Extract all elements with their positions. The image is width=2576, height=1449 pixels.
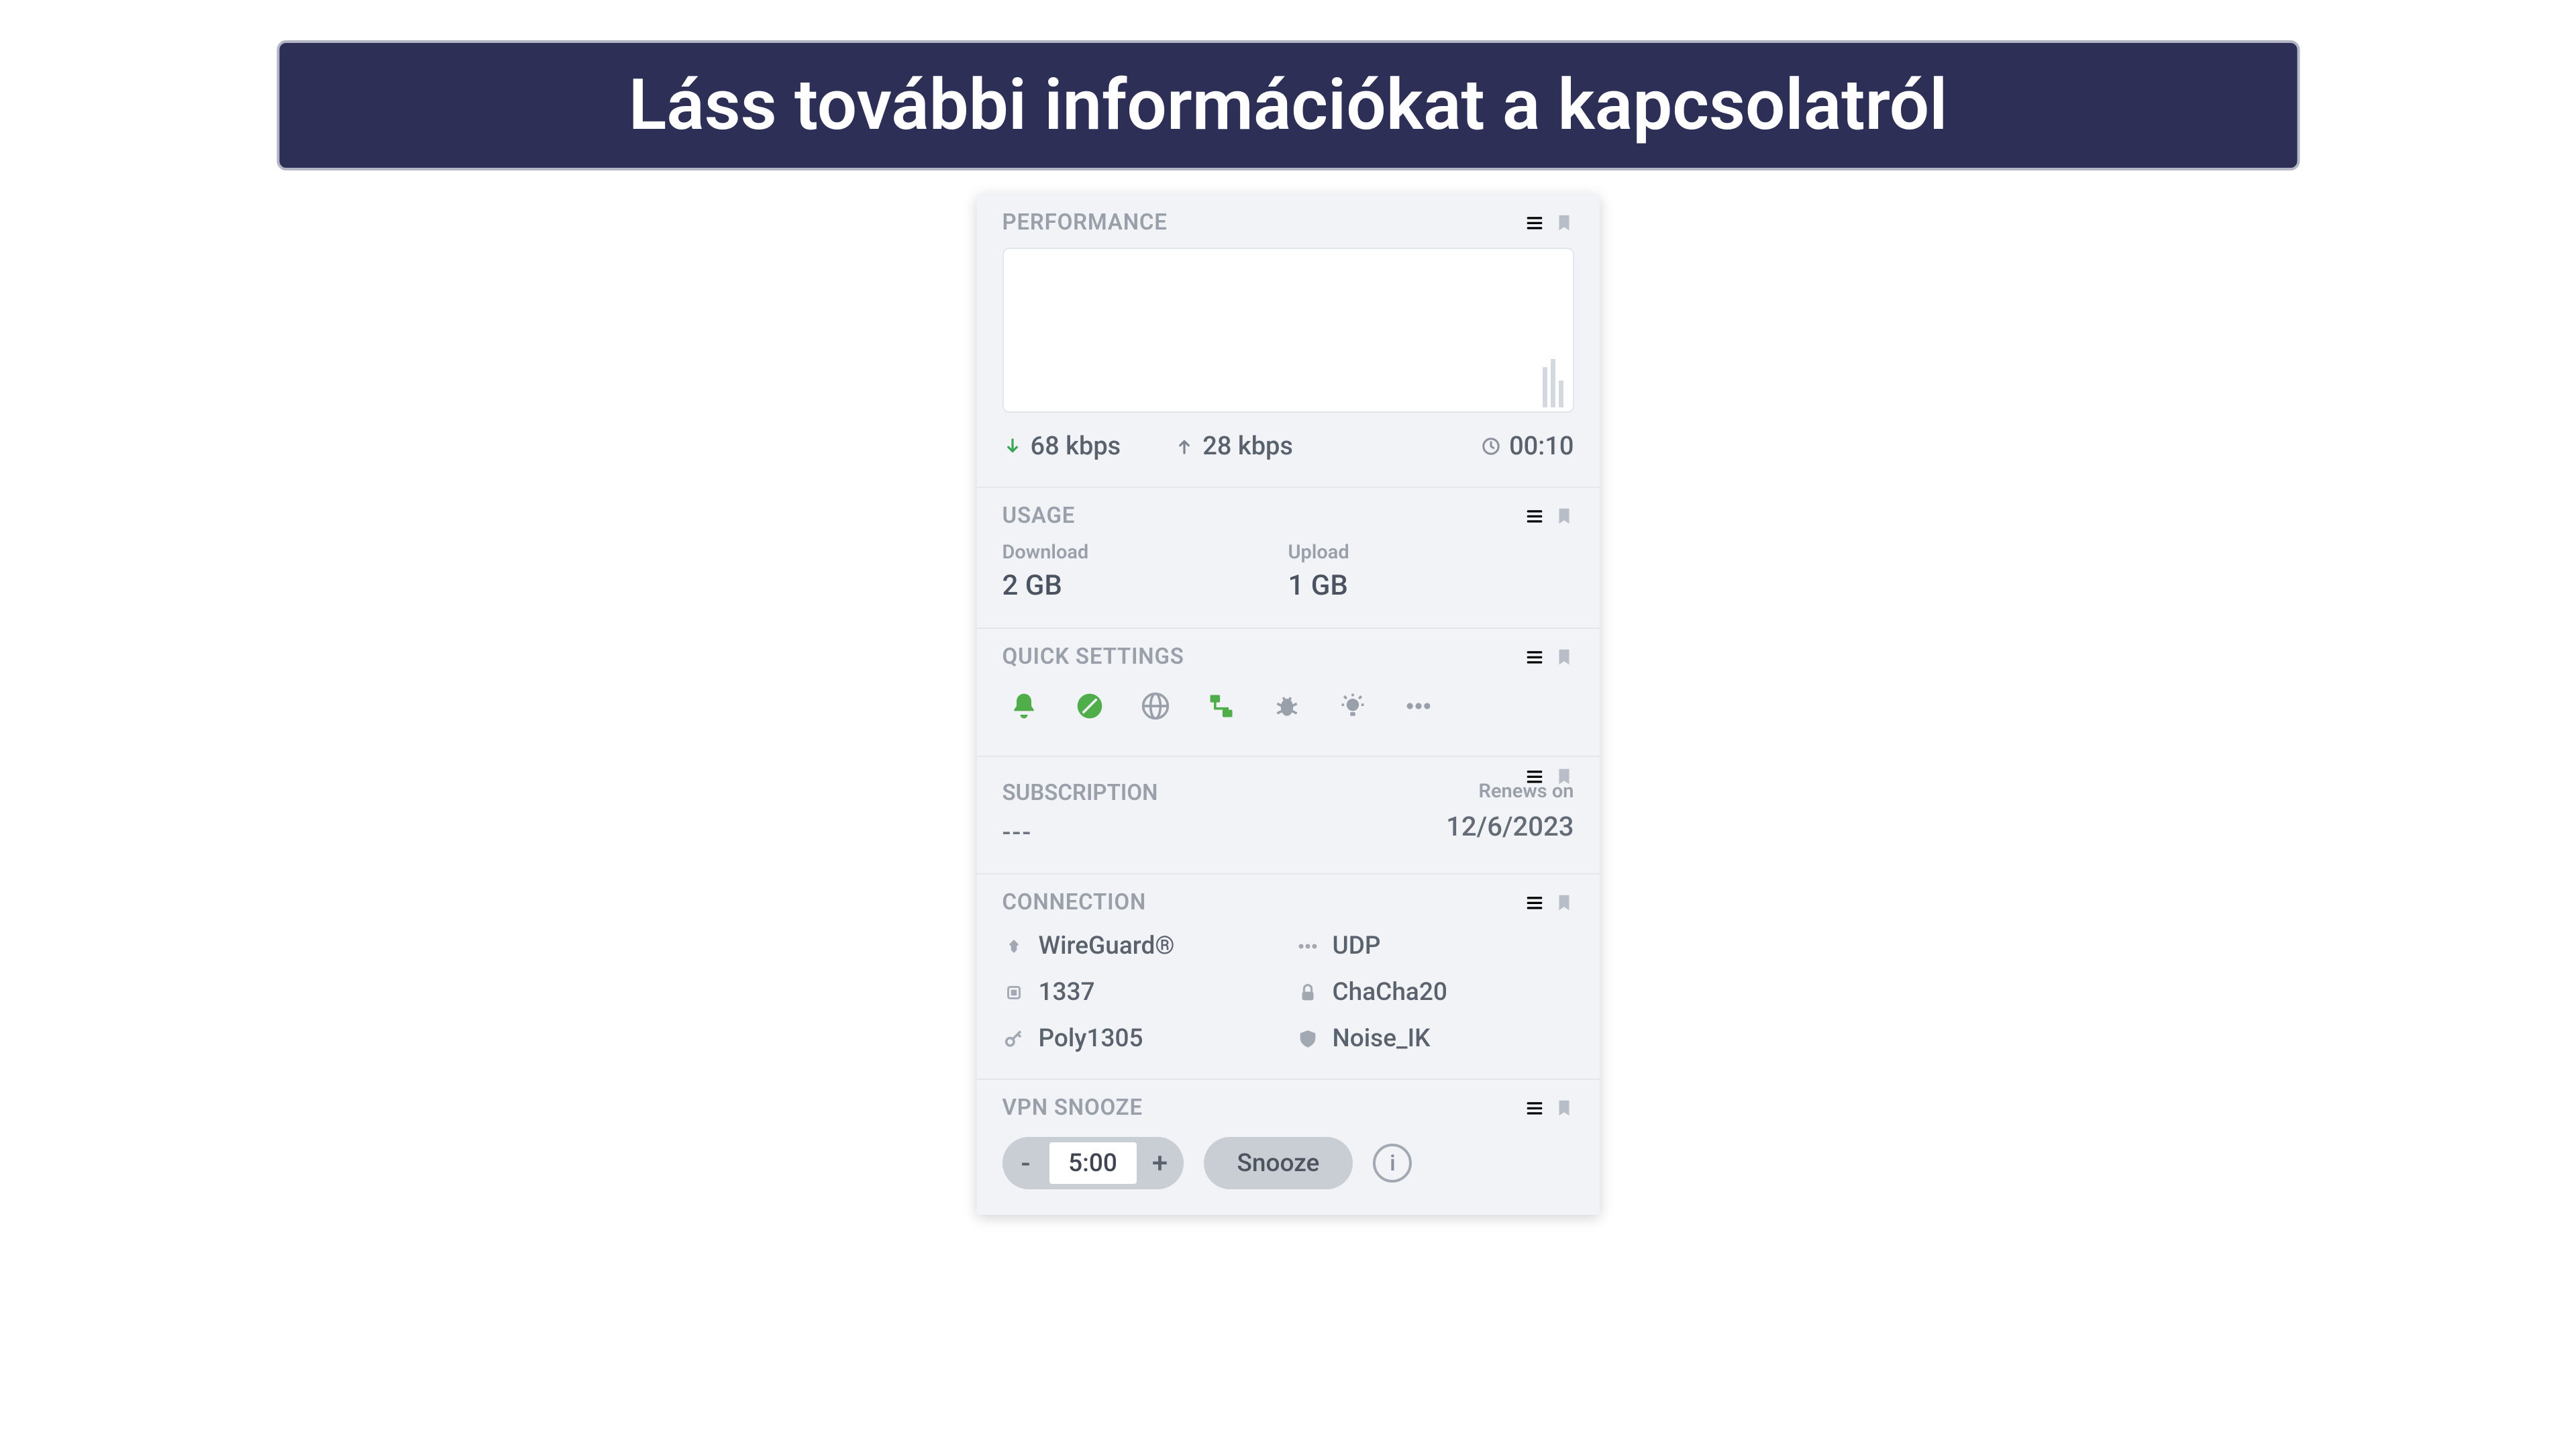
upload-arrow-icon	[1174, 436, 1194, 456]
pin-icon[interactable]	[1554, 1098, 1574, 1118]
usage-upload-label: Upload	[1288, 541, 1574, 564]
snooze-time-stepper: - 5:00 +	[1002, 1137, 1184, 1189]
connection-title: CONNECTION	[1002, 889, 1147, 915]
connection-port: 1337	[1002, 978, 1280, 1007]
connection-transport-value: UDP	[1333, 932, 1381, 960]
plug-icon	[1002, 935, 1025, 958]
download-speed-stat: 68 kbps	[1002, 432, 1121, 461]
pin-icon[interactable]	[1554, 647, 1574, 667]
snooze-title: VPN SNOOZE	[1002, 1095, 1143, 1121]
drag-handle-icon[interactable]	[1525, 893, 1545, 913]
subscription-plan-value: ---	[1002, 818, 1158, 848]
lock-icon	[1296, 981, 1319, 1004]
clock-icon	[1481, 436, 1501, 456]
pin-icon[interactable]	[1554, 893, 1574, 913]
usage-title: USAGE	[1002, 503, 1076, 529]
snooze-section: VPN SNOOZE - 5:00 + Snooze i	[977, 1079, 1600, 1215]
upload-speed-stat: 28 kbps	[1174, 432, 1293, 461]
network-globe-toggle-icon[interactable]	[1139, 690, 1172, 722]
snooze-info-button[interactable]: i	[1373, 1144, 1412, 1183]
usage-download-label: Download	[1002, 541, 1288, 564]
drag-handle-icon[interactable]	[1525, 1098, 1545, 1118]
download-speed-value: 68 kbps	[1031, 432, 1121, 461]
instruction-banner: Láss további információkat a kapcsolatró…	[276, 40, 2300, 170]
connection-handshake-value: Noise_IK	[1333, 1024, 1431, 1053]
performance-graph	[1002, 248, 1574, 413]
transport-icon	[1296, 935, 1319, 958]
snooze-increment-button[interactable]: +	[1137, 1137, 1184, 1189]
vpn-connection-panel: PERFORMANCE 68 kbps	[977, 195, 1600, 1215]
key-icon	[1002, 1028, 1025, 1050]
content-blocker-toggle-icon[interactable]	[1074, 690, 1106, 722]
connection-cipher: ChaCha20	[1296, 978, 1574, 1007]
quick-settings-section: QUICK SETTINGS	[977, 628, 1600, 756]
usage-download: Download 2 GB	[1002, 541, 1288, 602]
pin-icon[interactable]	[1554, 766, 1574, 787]
drag-handle-icon[interactable]	[1525, 506, 1545, 526]
subscription-renews-date: 12/6/2023	[1446, 811, 1574, 842]
subscription-title: SUBSCRIPTION	[1002, 780, 1158, 806]
connection-auth: Poly1305	[1002, 1024, 1280, 1053]
drag-handle-icon[interactable]	[1525, 213, 1545, 233]
connection-port-value: 1337	[1039, 978, 1095, 1007]
chip-icon	[1002, 981, 1025, 1004]
pin-icon[interactable]	[1554, 506, 1574, 526]
connection-handshake: Noise_IK	[1296, 1024, 1574, 1053]
subscription-section: SUBSCRIPTION --- Renews on 12/6/2023	[977, 756, 1600, 873]
instruction-text: Láss további információkat a kapcsolatró…	[629, 64, 1948, 146]
notifications-toggle-icon[interactable]	[1008, 690, 1040, 722]
quick-settings-title: QUICK SETTINGS	[1002, 644, 1184, 670]
download-arrow-icon	[1002, 436, 1023, 456]
usage-upload: Upload 1 GB	[1288, 541, 1574, 602]
lan-toggle-icon[interactable]	[1205, 690, 1237, 722]
theme-toggle-icon[interactable]	[1337, 690, 1369, 722]
snooze-button[interactable]: Snooze	[1204, 1137, 1353, 1189]
upload-speed-value: 28 kbps	[1202, 432, 1293, 461]
duration-stat: 00:10	[1481, 432, 1574, 461]
debug-toggle-icon[interactable]	[1271, 690, 1303, 722]
connection-protocol: WireGuard®	[1002, 932, 1280, 960]
drag-handle-icon[interactable]	[1525, 647, 1545, 667]
usage-upload-value: 1 GB	[1288, 569, 1574, 602]
performance-section: PERFORMANCE 68 kbps	[977, 195, 1600, 487]
usage-download-value: 2 GB	[1002, 569, 1288, 602]
connection-cipher-value: ChaCha20	[1333, 978, 1447, 1007]
drag-handle-icon[interactable]	[1525, 766, 1545, 787]
more-quick-settings-icon[interactable]	[1402, 690, 1435, 722]
connection-protocol-value: WireGuard®	[1039, 932, 1175, 960]
performance-title: PERFORMANCE	[1002, 209, 1168, 236]
handshake-icon	[1296, 1028, 1319, 1050]
snooze-decrement-button[interactable]: -	[1002, 1137, 1049, 1189]
connection-auth-value: Poly1305	[1039, 1024, 1143, 1053]
usage-section: USAGE Download 2 GB Upload 1 GB	[977, 487, 1600, 628]
connection-transport: UDP	[1296, 932, 1574, 960]
pin-icon[interactable]	[1554, 213, 1574, 233]
info-icon: i	[1390, 1150, 1395, 1176]
duration-value: 00:10	[1509, 432, 1574, 461]
snooze-time-value[interactable]: 5:00	[1049, 1142, 1137, 1184]
connection-section: CONNECTION WireGuard® UDP 1337	[977, 873, 1600, 1079]
